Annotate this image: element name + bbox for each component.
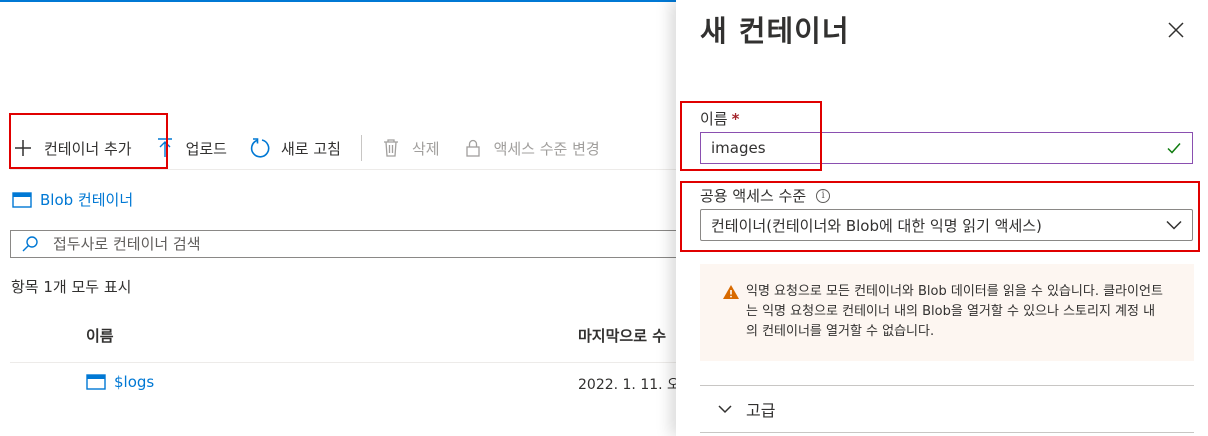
container-last-modified: 2022. 1. 11. 오 <box>578 377 676 393</box>
container-list-pane: 컨테이너 추가 업로드 새로 고침 삭제 액세스 수준 변경 Blob 컨테이너… <box>0 0 676 436</box>
breadcrumb-label: Blob 컨테이너 <box>40 191 134 209</box>
search-icon <box>21 235 39 253</box>
delete-label: 삭제 <box>411 139 440 158</box>
warning-text: 익명 요청으로 모든 컨테이너와 Blob 데이터를 읽을 수 있습니다. 클라… <box>746 284 1163 339</box>
container-icon <box>12 191 32 208</box>
table-header-divider <box>10 362 676 363</box>
breadcrumb[interactable]: Blob 컨테이너 <box>12 189 133 210</box>
warning-icon <box>722 284 740 300</box>
highlight-box-name <box>680 101 822 171</box>
chevron-down-icon <box>716 400 734 418</box>
column-header-name[interactable]: 이름 <box>86 325 114 346</box>
highlight-box-access-level <box>680 181 1200 252</box>
table-row-link[interactable]: $logs <box>86 373 154 391</box>
container-icon <box>86 374 106 390</box>
close-button[interactable] <box>1162 18 1190 46</box>
refresh-button[interactable]: 새로 고침 <box>249 132 341 164</box>
container-search-box[interactable] <box>10 230 676 258</box>
section-divider <box>700 432 1194 433</box>
item-count-text: 항목 1개 모두 표시 <box>11 278 132 296</box>
new-container-panel: 새 컨테이너 이름 * 공용 액세스 수준 i 컨테이너(컨테이너와 Blob에… <box>676 0 1208 436</box>
container-name: $logs <box>114 373 155 391</box>
warning-message: 익명 요청으로 모든 컨테이너와 Blob 데이터를 읽을 수 있습니다. 클라… <box>700 264 1194 361</box>
advanced-section-toggle[interactable]: 고급 <box>716 397 775 421</box>
search-input[interactable] <box>53 235 613 253</box>
change-access-level-label: 액세스 수준 변경 <box>493 139 600 158</box>
command-bar-divider <box>10 169 676 170</box>
highlight-box-add-container <box>9 113 168 169</box>
refresh-label: 새로 고침 <box>280 139 341 158</box>
change-access-level-button[interactable]: 액세스 수준 변경 <box>462 132 600 164</box>
lock-icon <box>462 137 484 159</box>
close-icon <box>1168 22 1184 42</box>
column-header-last-modified[interactable]: 마지막으로 수 <box>578 325 666 346</box>
panel-title: 새 컨테이너 <box>700 14 850 48</box>
advanced-label: 고급 <box>746 401 776 420</box>
toolbar-divider <box>360 135 362 161</box>
upload-label: 업로드 <box>185 139 227 158</box>
section-divider <box>700 385 1194 386</box>
refresh-icon <box>249 137 271 159</box>
delete-button[interactable]: 삭제 <box>380 132 440 164</box>
checkmark-icon <box>1166 140 1182 156</box>
trash-icon <box>380 137 402 159</box>
